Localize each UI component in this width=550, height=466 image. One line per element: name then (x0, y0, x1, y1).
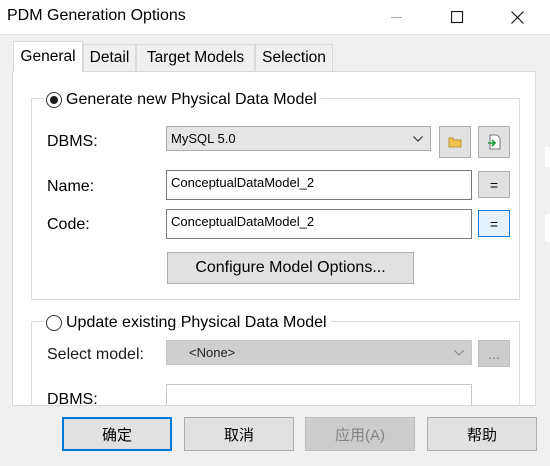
chevron-down-icon (452, 341, 466, 364)
dbms-select[interactable]: MySQL 5.0 (166, 126, 431, 151)
open-dbms-button[interactable] (439, 126, 471, 158)
code-label: Code: (47, 216, 90, 233)
close-icon (510, 10, 524, 24)
configure-model-options-button[interactable]: Configure Model Options... (167, 252, 414, 284)
help-button[interactable]: 帮助 (427, 417, 537, 451)
update-dbms-label: DBMS: (47, 391, 98, 406)
generate-new-label: Generate new Physical Data Model (66, 91, 317, 108)
radio-selected-icon (46, 92, 62, 108)
maximize-icon (450, 10, 463, 23)
radio-unselected-icon (46, 315, 62, 331)
select-model-label: Select model: (47, 346, 144, 363)
ok-button[interactable]: 确定 (62, 417, 172, 451)
import-file-icon (488, 134, 501, 150)
close-button[interactable] (494, 0, 540, 34)
browse-model-button[interactable]: ... (478, 340, 510, 367)
update-dbms-input[interactable] (166, 384, 472, 405)
maximize-button[interactable] (434, 0, 480, 34)
code-input[interactable]: ConceptualDataModel_2 (166, 209, 472, 239)
title-bar: PDM Generation Options (0, 0, 550, 34)
update-existing-radio[interactable]: Update existing Physical Data Model (44, 313, 331, 333)
name-input[interactable]: ConceptualDataModel_2 (166, 170, 472, 200)
apply-button[interactable]: 应用(A) (305, 417, 415, 451)
background-window-edge (545, 147, 550, 167)
cancel-button[interactable]: 取消 (184, 417, 294, 451)
window-title: PDM Generation Options (7, 7, 186, 24)
chevron-down-icon (411, 127, 425, 150)
select-model-select[interactable]: <None> (166, 340, 472, 365)
minimize-button[interactable] (374, 0, 420, 34)
background-window-edge (545, 214, 550, 242)
generate-new-radio[interactable]: Generate new Physical Data Model (44, 90, 321, 110)
dbms-label: DBMS: (47, 133, 98, 150)
dbms-select-value: MySQL 5.0 (171, 131, 236, 146)
tab-target-models[interactable]: Target Models (136, 44, 255, 71)
tab-general[interactable]: General (13, 41, 83, 72)
name-label: Name: (47, 178, 95, 195)
tab-detail[interactable]: Detail (83, 44, 136, 71)
name-equals-button[interactable]: = (478, 171, 510, 198)
folder-icon (448, 137, 462, 148)
minimize-icon (391, 17, 402, 18)
tab-panel-general: Generate new Physical Data Model DBMS: M… (12, 71, 536, 406)
import-dbms-button[interactable] (478, 126, 510, 158)
select-model-value: <None> (189, 345, 236, 360)
code-equals-button[interactable]: = (478, 210, 510, 237)
update-existing-label: Update existing Physical Data Model (66, 314, 327, 331)
tab-selection[interactable]: Selection (255, 44, 333, 71)
